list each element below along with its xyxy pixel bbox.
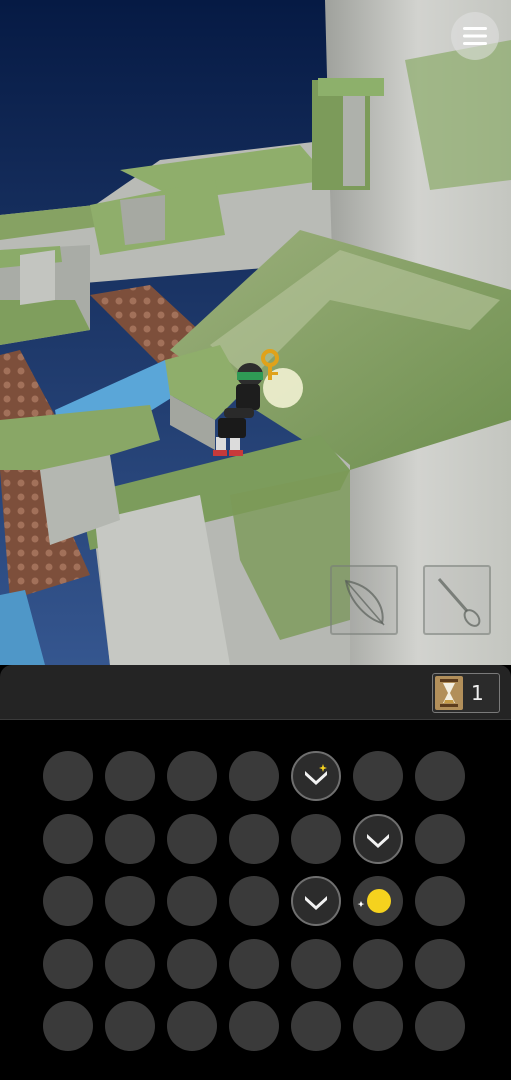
grid-cell[interactable]	[415, 813, 465, 864]
grid-cell[interactable]	[353, 938, 403, 989]
grid-cell[interactable]	[43, 876, 93, 926]
puzzle-grid	[43, 751, 469, 1064]
menu-button[interactable]	[451, 12, 499, 60]
grid-cell-chevron-sparkle[interactable]	[291, 751, 341, 801]
grid-cell[interactable]	[415, 1001, 465, 1051]
grid-cell[interactable]	[415, 938, 465, 989]
grid-cell[interactable]	[167, 813, 217, 864]
grid-cell[interactable]	[353, 751, 403, 801]
chevron-down-icon	[367, 833, 389, 848]
hamburger-menu-icon	[463, 27, 487, 45]
chevron-down-icon	[305, 764, 327, 785]
grid-cell[interactable]	[105, 813, 155, 864]
brush-icon	[437, 578, 481, 627]
grid-cell[interactable]	[291, 813, 341, 864]
grid-cell[interactable]	[43, 1001, 93, 1051]
grid-cell[interactable]	[43, 813, 93, 864]
grid-cell[interactable]	[43, 751, 93, 801]
hourglass-icon	[435, 676, 463, 710]
tool-slot-feather[interactable]	[330, 565, 398, 635]
game-scene[interactable]	[0, 0, 511, 665]
grid-cell[interactable]	[291, 938, 341, 989]
grid-cell[interactable]	[229, 1001, 279, 1051]
panel-header: 1	[0, 665, 511, 720]
grid-cell[interactable]	[229, 938, 279, 989]
grid-cell[interactable]	[105, 876, 155, 926]
grid-cell[interactable]	[291, 1001, 341, 1051]
grid-cell[interactable]	[43, 938, 93, 989]
feather-icon	[344, 579, 385, 626]
grid-cell[interactable]	[167, 751, 217, 801]
hourglass-counter[interactable]: 1	[432, 673, 500, 713]
grid-cell[interactable]	[167, 1001, 217, 1051]
grid-cell[interactable]	[105, 751, 155, 801]
grid-cell[interactable]	[353, 1001, 403, 1051]
chevron-down-icon	[305, 896, 327, 910]
grid-cell[interactable]	[229, 751, 279, 801]
grid-cell[interactable]	[167, 876, 217, 926]
grid-cell-player-orb[interactable]	[353, 876, 403, 926]
player-orb-icon	[357, 889, 391, 913]
grid-cell[interactable]	[415, 876, 465, 926]
grid-cell[interactable]	[167, 938, 217, 989]
grid-cell[interactable]	[415, 751, 465, 801]
grid-cell[interactable]	[229, 876, 279, 926]
grid-row	[43, 813, 469, 864]
grid-row	[43, 876, 469, 926]
grid-cell-chevron[interactable]	[353, 813, 403, 864]
grid-row	[43, 1001, 469, 1051]
grid-row	[43, 938, 469, 989]
grid-row	[43, 751, 469, 801]
hourglass-count: 1	[471, 681, 484, 705]
grid-cell[interactable]	[105, 938, 155, 989]
grid-cell[interactable]	[229, 813, 279, 864]
grid-cell[interactable]	[105, 1001, 155, 1051]
tool-slot-brush[interactable]	[423, 565, 491, 635]
puzzle-panel: 1	[0, 665, 511, 1080]
grid-cell-chevron[interactable]	[291, 876, 341, 926]
